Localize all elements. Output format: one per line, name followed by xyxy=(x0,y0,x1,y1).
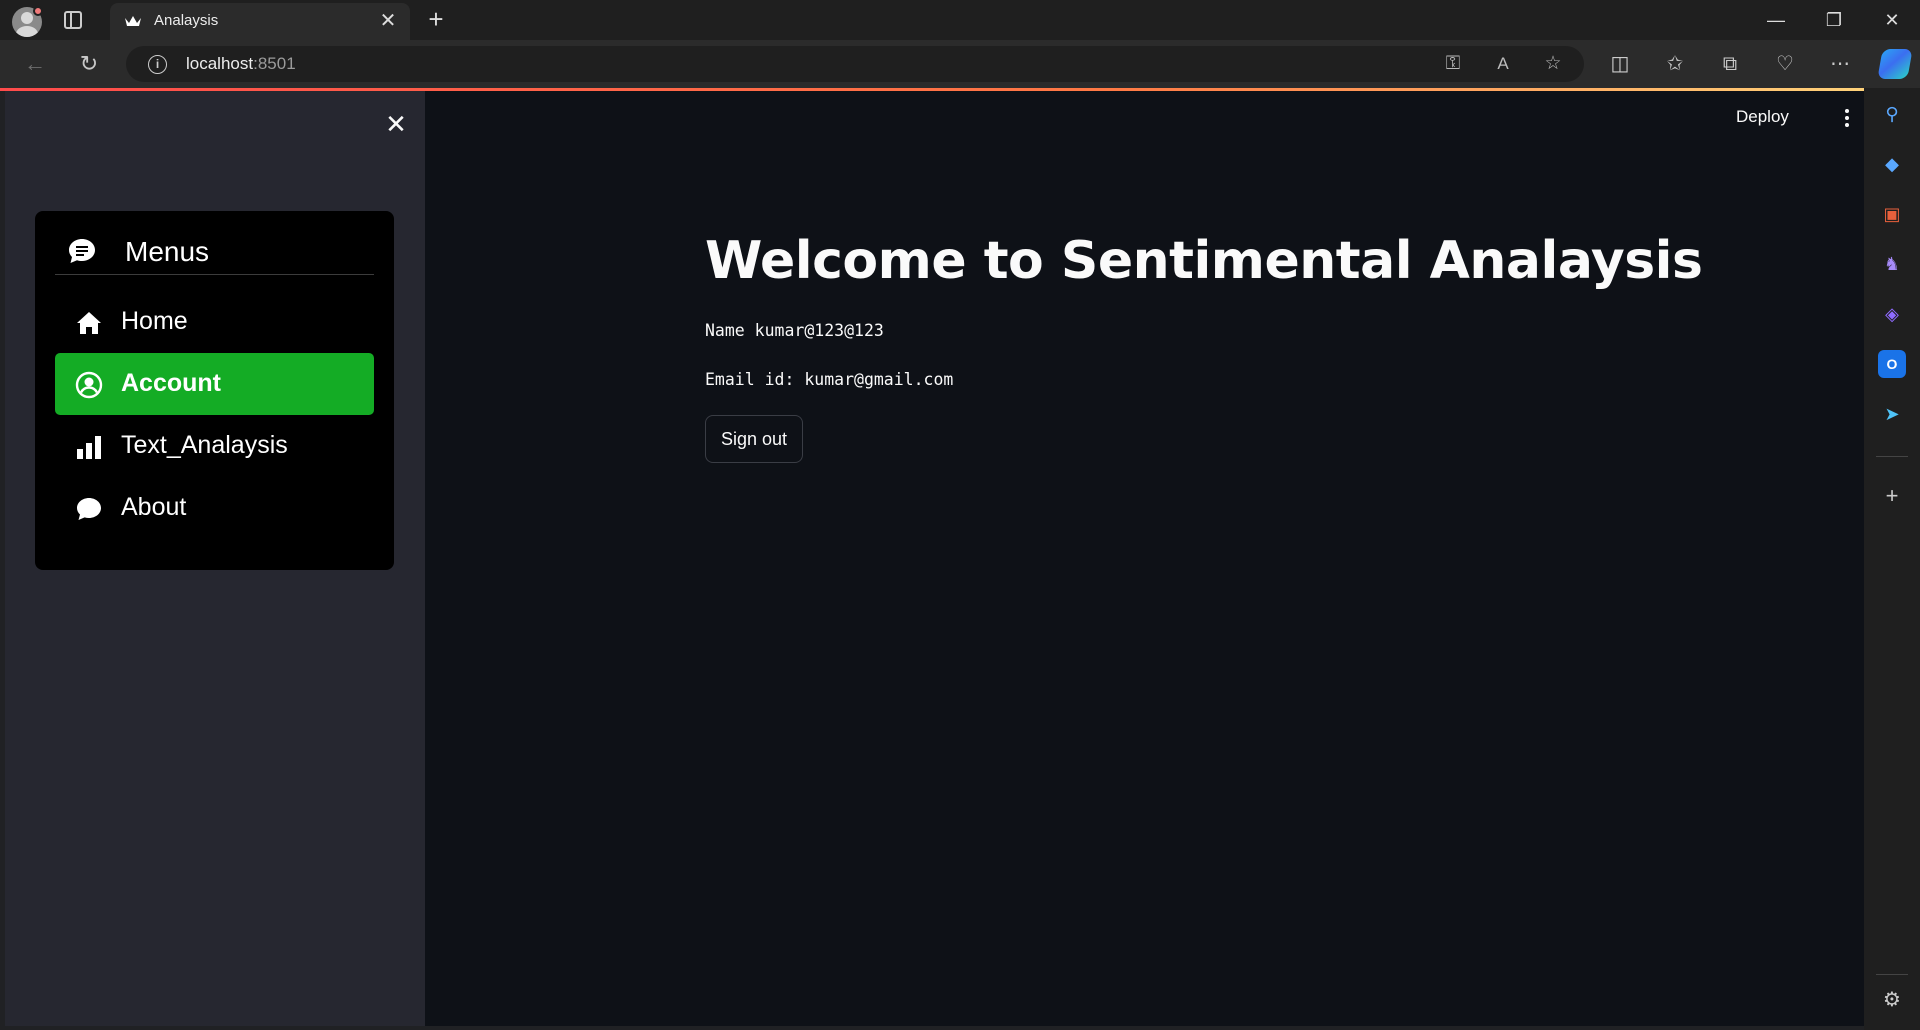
app-page: ✕ Menus Home Account Text_Analaysis Abou… xyxy=(5,91,1864,1026)
copilot-app-icon[interactable]: ◈ xyxy=(1878,300,1906,328)
shopping-tag-icon[interactable]: ◆ xyxy=(1878,150,1906,178)
sidebar: ✕ Menus Home Account Text_Analaysis Abou… xyxy=(5,91,425,1026)
collections-icon[interactable]: ⧉ xyxy=(1714,50,1746,78)
restore-button[interactable]: ❐ xyxy=(1806,0,1862,40)
minimize-button[interactable]: — xyxy=(1748,0,1804,40)
browser-essentials-icon[interactable]: ♡ xyxy=(1769,50,1801,78)
add-icon[interactable]: + xyxy=(1878,482,1906,510)
chat-text-icon xyxy=(69,239,95,263)
close-window-button[interactable]: ✕ xyxy=(1864,0,1920,40)
games-icon[interactable]: ♞ xyxy=(1878,250,1906,278)
streamlit-crown-icon xyxy=(125,16,141,26)
bar-chart-icon xyxy=(77,436,101,459)
main-content: Deploy Welcome to Sentimental Analaysis … xyxy=(425,91,1864,1026)
edge-sidebar-divider xyxy=(1876,974,1908,975)
read-aloud-icon[interactable]: A xyxy=(1488,50,1518,78)
menu-header: Menus xyxy=(55,233,374,275)
tab-title: Analaysis xyxy=(154,12,219,29)
tools-icon[interactable]: ▣ xyxy=(1878,200,1906,228)
more-icon[interactable]: ⋯ xyxy=(1824,50,1856,78)
edge-sidebar-divider xyxy=(1876,456,1908,457)
copilot-icon[interactable] xyxy=(1877,49,1913,79)
address-bar[interactable]: i localhost:8501 ⚿ A ☆ xyxy=(126,46,1584,82)
person-circle-icon xyxy=(75,371,103,399)
edge-sidebar: ⚲ ◆ ▣ ♞ ◈ O ➤ + ⚙ xyxy=(1864,88,1920,1030)
browser-tab[interactable]: Analaysis ✕ xyxy=(110,3,410,40)
chat-bubble-icon xyxy=(77,498,101,520)
settings-icon[interactable]: ⚙ xyxy=(1878,986,1906,1014)
tab-close-button[interactable]: ✕ xyxy=(376,9,400,33)
option-menu: Menus Home Account Text_Analaysis About xyxy=(35,211,394,570)
search-icon[interactable]: ⚲ xyxy=(1878,100,1906,128)
menu-title: Menus xyxy=(125,236,210,267)
favorite-star-icon[interactable]: ☆ xyxy=(1538,50,1568,78)
user-email-text: Email id: kumar@gmail.com xyxy=(705,370,954,389)
telegram-icon[interactable]: ➤ xyxy=(1878,400,1906,428)
tab-actions-icon[interactable] xyxy=(64,11,82,29)
profile-notification-dot xyxy=(33,6,43,16)
new-tab-button[interactable]: + xyxy=(422,5,450,33)
key-icon[interactable]: ⚿ xyxy=(1438,50,1468,78)
menu-item-label: Account xyxy=(121,369,221,397)
menu-item-label: Text_Analaysis xyxy=(121,431,288,459)
deploy-button[interactable]: Deploy xyxy=(1736,107,1789,127)
outlook-icon[interactable]: O xyxy=(1878,350,1906,378)
browser-title-bar: Analaysis ✕ + — ❐ ✕ xyxy=(0,0,1920,40)
menu-item-home[interactable]: Home xyxy=(55,291,374,353)
house-icon xyxy=(77,312,101,334)
url-text[interactable]: localhost:8501 xyxy=(186,54,296,74)
menu-item-label: Home xyxy=(121,307,188,335)
split-screen-icon[interactable]: ◫ xyxy=(1604,50,1636,78)
sign-out-button[interactable]: Sign out xyxy=(705,415,804,463)
page-title: Welcome to Sentimental Analaysis xyxy=(705,231,1703,291)
back-icon[interactable]: ← xyxy=(20,50,50,78)
main-menu-icon[interactable] xyxy=(1837,107,1857,131)
refresh-icon[interactable]: ↻ xyxy=(74,50,104,78)
menu-item-label: About xyxy=(121,493,187,521)
menu-item-about[interactable]: About xyxy=(55,477,374,539)
menu-item-account[interactable]: Account xyxy=(55,353,374,415)
menu-item-text-analaysis[interactable]: Text_Analaysis xyxy=(55,415,374,477)
browser-toolbar: ← ↻ i localhost:8501 ⚿ A ☆ ◫ ✩ ⧉ ♡ ⋯ xyxy=(0,40,1920,88)
favorites-icon[interactable]: ✩ xyxy=(1659,50,1691,78)
close-sidebar-button[interactable]: ✕ xyxy=(381,109,411,139)
info-icon[interactable]: i xyxy=(148,55,167,74)
user-name-text: Name kumar@123@123 xyxy=(705,321,884,340)
